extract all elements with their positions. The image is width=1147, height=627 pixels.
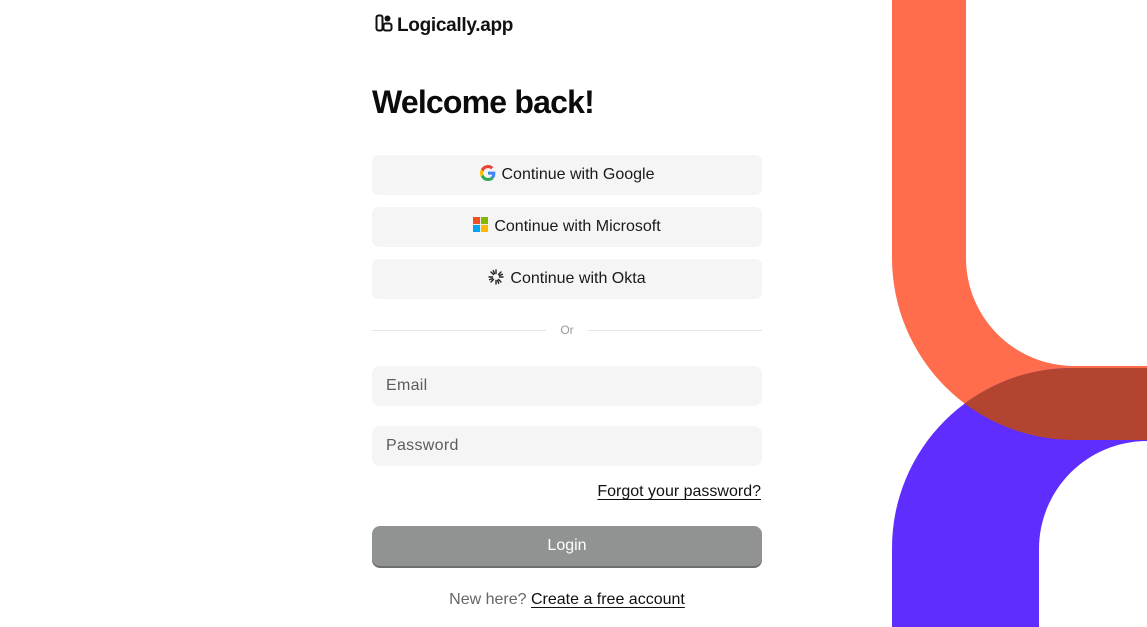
continue-with-microsoft-button[interactable]: Continue with Microsoft <box>372 207 762 247</box>
brand-logo[interactable]: Logically.app <box>375 14 513 37</box>
divider-text: Or <box>560 323 574 337</box>
microsoft-icon <box>473 217 489 237</box>
signup-prompt-text: New here? <box>449 591 527 608</box>
or-divider: Or <box>372 322 762 338</box>
signup-prompt: New here? Create a free account <box>372 591 762 609</box>
login-button[interactable]: Login <box>372 526 762 566</box>
divider-line-right <box>587 329 762 331</box>
create-account-link[interactable]: Create a free account <box>531 591 685 608</box>
microsoft-button-label: Continue with Microsoft <box>494 218 661 235</box>
logically-logo-icon <box>375 14 393 37</box>
decorative-artwork <box>892 0 1147 627</box>
email-input[interactable] <box>372 366 762 406</box>
continue-with-google-button[interactable]: Continue with Google <box>372 155 762 195</box>
forgot-password-link[interactable]: Forgot your password? <box>597 483 761 501</box>
decorative-shapes <box>892 0 1147 627</box>
google-icon <box>479 164 496 186</box>
brand-name: Logically.app <box>397 14 514 36</box>
okta-icon <box>488 268 505 290</box>
divider-line-left <box>372 329 547 331</box>
continue-with-okta-button[interactable]: Continue with Okta <box>372 259 762 299</box>
login-page: Logically.app Welcome back! Continue wit… <box>0 0 1147 627</box>
google-button-label: Continue with Google <box>501 166 655 183</box>
okta-button-label: Continue with Okta <box>510 270 646 287</box>
password-input[interactable] <box>372 426 762 466</box>
page-title: Welcome back! <box>372 84 595 120</box>
